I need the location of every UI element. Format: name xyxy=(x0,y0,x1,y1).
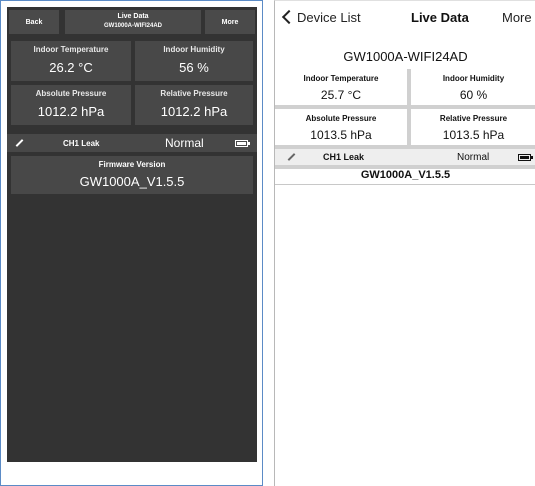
battery-icon xyxy=(518,149,533,165)
nav-title: Live Data GW1000A-WIFI24AD xyxy=(65,10,201,34)
more-button[interactable]: More xyxy=(205,10,255,34)
ch1-leak-label: CH1 Leak xyxy=(323,152,365,162)
relative-pressure-cell: Relative Pressure 1012.2 hPa xyxy=(135,85,253,125)
absolute-pressure-value: 1012.2 hPa xyxy=(37,104,105,119)
absolute-pressure-cell: Absolute Pressure 1012.2 hPa xyxy=(11,85,131,125)
more-button[interactable]: More xyxy=(502,7,532,27)
station-name: GW1000A-WIFI24AD xyxy=(343,49,468,64)
indoor-humidity-value: 60 % xyxy=(459,88,488,102)
absolute-pressure-label: Absolute Pressure xyxy=(35,89,107,98)
light-nav-bar: Device List Live Data More xyxy=(275,1,535,33)
relative-pressure-label: Relative Pressure xyxy=(160,89,228,98)
battery-icon xyxy=(235,134,250,152)
firmware-version-value: GW1000A_V1.5.5 xyxy=(79,174,185,189)
light-theme-screenshot: Device List Live Data More GW1000A-WIFI2… xyxy=(274,0,535,486)
device-list-label: Device List xyxy=(297,9,361,25)
pencil-icon[interactable] xyxy=(287,149,296,165)
ch1-leak-label: CH1 Leak xyxy=(63,138,100,148)
indoor-temperature-label: Indoor Temperature xyxy=(33,45,109,54)
page-title: Live Data xyxy=(411,9,469,25)
absolute-pressure-value: 1013.5 hPa xyxy=(310,128,372,142)
dark-nav-bar: Back Live Data GW1000A-WIFI24AD More xyxy=(7,7,257,37)
absolute-pressure-label: Absolute Pressure xyxy=(305,114,377,123)
relative-pressure-label: Relative Pressure xyxy=(439,114,508,123)
dark-theme-screenshot: Back Live Data GW1000A-WIFI24AD More Ind… xyxy=(0,0,263,486)
firmware-version-cell: Firmware Version GW1000A_V1.5.5 xyxy=(11,156,253,194)
indoor-humidity-value: 56 % xyxy=(179,60,209,75)
indoor-humidity-label: Indoor Humidity xyxy=(163,45,225,54)
firmware-version-value: GW1000A_V1.5.5 xyxy=(275,169,535,185)
indoor-humidity-label: Indoor Humidity xyxy=(442,74,505,83)
firmware-version-label: Firmware Version xyxy=(98,160,166,169)
dark-app-screen: Back Live Data GW1000A-WIFI24AD More Ind… xyxy=(7,7,257,462)
absolute-pressure-cell: Absolute Pressure 1013.5 hPa xyxy=(275,109,407,145)
relative-pressure-value: 1013.5 hPa xyxy=(442,128,505,142)
page-title: Live Data xyxy=(117,13,149,20)
pencil-icon[interactable] xyxy=(15,134,24,152)
ch1-leak-status: Normal xyxy=(165,136,204,150)
indoor-humidity-cell: Indoor Humidity 60 % xyxy=(411,69,535,105)
relative-pressure-value: 1012.2 hPa xyxy=(160,104,228,119)
ch1-leak-row[interactable]: CH1 Leak Normal xyxy=(7,134,257,152)
ch1-leak-status: Normal xyxy=(457,151,490,163)
indoor-temperature-value: 25.7 °C xyxy=(320,88,362,102)
relative-pressure-cell: Relative Pressure 1013.5 hPa xyxy=(411,109,535,145)
ch1-leak-row[interactable]: CH1 Leak Normal xyxy=(275,149,535,165)
indoor-temperature-label: Indoor Temperature xyxy=(303,74,379,83)
chevron-left-icon xyxy=(281,9,297,25)
device-list-button[interactable]: Device List xyxy=(281,7,361,27)
indoor-humidity-cell: Indoor Humidity 56 % xyxy=(135,41,253,81)
indoor-temperature-cell: Indoor Temperature 26.2 °C xyxy=(11,41,131,81)
back-button[interactable]: Back xyxy=(9,10,59,34)
station-name: GW1000A-WIFI24AD xyxy=(103,23,162,29)
indoor-temperature-cell: Indoor Temperature 25.7 °C xyxy=(275,69,407,105)
indoor-temperature-value: 26.2 °C xyxy=(49,60,93,75)
